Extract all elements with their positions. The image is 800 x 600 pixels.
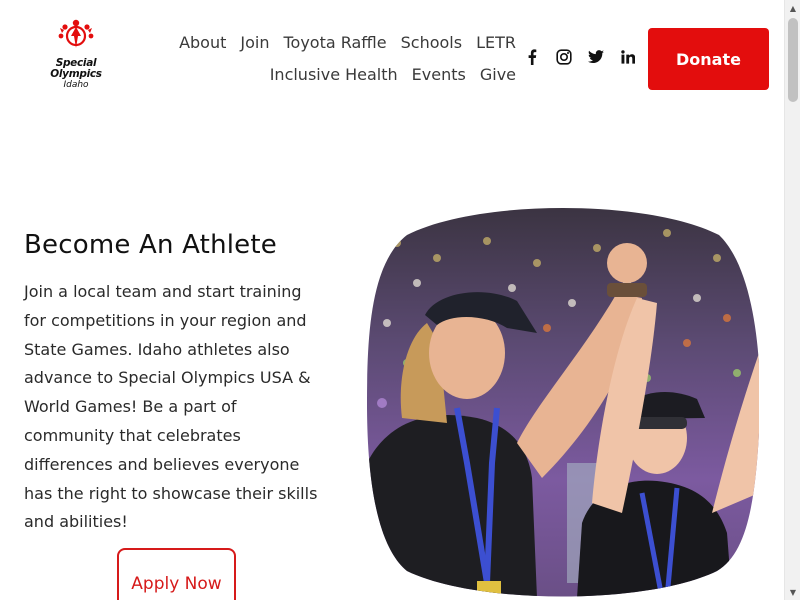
site-header: Special Olympics Idaho About Join Toyota… [0,0,784,110]
instagram-icon[interactable] [556,48,572,66]
main-navigation: About Join Toyota Raffle Schools LETR In… [156,26,516,90]
logo-text-idaho: Idaho [63,80,89,90]
scroll-down-arrow-icon[interactable]: ▼ [785,584,800,600]
social-links [524,48,636,66]
linkedin-icon[interactable] [620,48,636,66]
page-heading: Become An Athlete [24,230,277,260]
athletes-photo [367,208,759,597]
apply-now-button[interactable]: Apply Now [117,548,236,600]
nav-link-letr[interactable]: LETR [476,33,516,52]
logo-text-olympics: Olympics [50,68,102,80]
nav-link-give[interactable]: Give [480,65,516,84]
nav-row-1: About Join Toyota Raffle Schools LETR [156,26,516,58]
vertical-scrollbar[interactable]: ▲ ▼ [784,0,800,600]
nav-link-inclusive-health[interactable]: Inclusive Health [270,65,398,84]
logo-figure-icon [58,19,94,48]
nav-link-schools[interactable]: Schools [401,33,462,52]
scroll-up-arrow-icon[interactable]: ▲ [785,0,800,16]
intro-paragraph: Join a local team and start training for… [24,282,318,532]
nav-link-about[interactable]: About [179,33,226,52]
donate-button[interactable]: Donate [648,28,769,90]
facebook-icon[interactable] [524,48,540,66]
special-olympics-logo[interactable]: Special Olympics Idaho [38,14,114,100]
nav-link-toyota-raffle[interactable]: Toyota Raffle [283,33,386,52]
nav-link-join[interactable]: Join [240,33,269,52]
nav-link-events[interactable]: Events [412,65,466,84]
twitter-icon[interactable] [588,48,604,66]
nav-row-2: Inclusive Health Events Give [156,58,516,90]
scrollbar-thumb[interactable] [788,18,798,102]
